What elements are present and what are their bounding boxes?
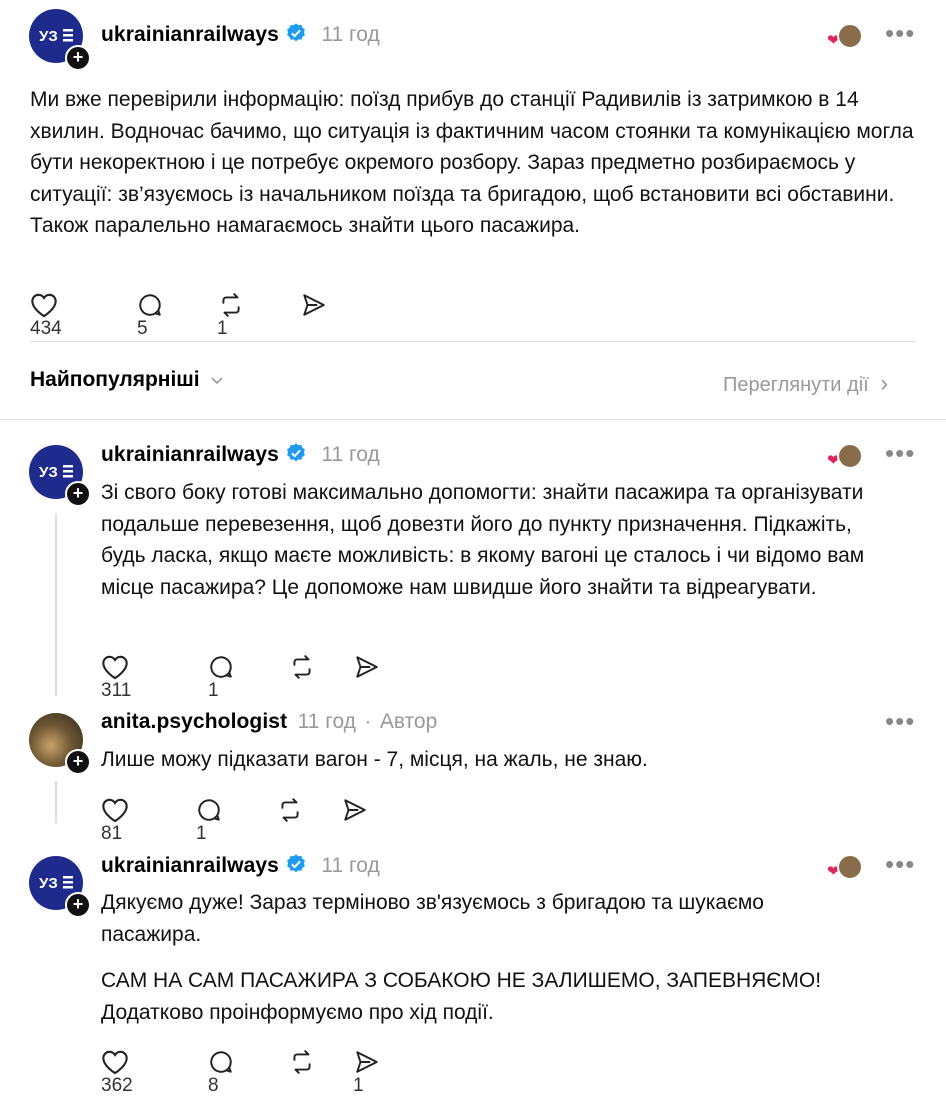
sort-dropdown[interactable]: Найпопулярніші — [30, 368, 225, 392]
post-header: ukrainianrailways 11 год — [101, 22, 380, 47]
repost-icon — [293, 1050, 311, 1074]
liked-by-author-icon: ❤ — [827, 443, 863, 469]
follow-plus-icon[interactable]: + — [65, 45, 91, 71]
comment-icon — [210, 656, 232, 678]
heart-icon — [31, 293, 57, 318]
avatar-ukrainianrailways[interactable]: УЗ + — [29, 856, 91, 918]
reply-text: Зі свого боку готові максимально допомог… — [101, 481, 865, 599]
verified-badge-icon — [287, 443, 305, 462]
send-icon — [356, 656, 378, 678]
author-tag: Автор — [379, 710, 438, 733]
comment-icon — [139, 294, 161, 316]
reply-header: anita.psychologist 11 год · Автор — [101, 710, 437, 734]
view-activity-link[interactable]: Переглянути дії › — [723, 370, 888, 398]
liked-by-author-icon: ❤ — [827, 854, 863, 880]
avatar-ukrainianrailways[interactable]: УЗ + — [29, 9, 91, 71]
verified-badge-icon — [287, 23, 305, 42]
repost-button[interactable] — [288, 1049, 316, 1075]
more-options-icon[interactable]: ••• — [885, 18, 915, 49]
send-icon — [303, 294, 325, 316]
repost-icon — [281, 798, 299, 822]
comment-button[interactable]: 5 — [137, 292, 163, 340]
verified-badge-icon — [287, 854, 305, 873]
repost-button[interactable] — [276, 797, 304, 823]
send-icon — [344, 799, 366, 821]
avatar-ukrainianrailways[interactable]: УЗ + — [29, 445, 91, 507]
comment-icon — [198, 799, 220, 821]
svg-text:УЗ: УЗ — [39, 875, 58, 892]
reply-time: 11 год — [321, 854, 380, 877]
follow-plus-icon[interactable]: + — [65, 481, 91, 507]
share-count: 1 — [353, 1075, 364, 1096]
like-button[interactable]: 434 — [30, 292, 62, 340]
section-divider — [0, 419, 946, 420]
heart-icon — [102, 1050, 128, 1075]
reply-text-1: Дякуємо дуже! Зараз терміново зв'язуємос… — [101, 891, 764, 946]
svg-text:УЗ: УЗ — [39, 28, 58, 45]
comment-count: 1 — [196, 823, 207, 844]
reply-text-2: САМ НА САМ ПАСАЖИРА З СОБАКОЮ НЕ ЗАЛИШЕМ… — [101, 969, 822, 1024]
thread-line — [55, 514, 57, 696]
send-icon — [356, 1051, 378, 1073]
reply-header: ukrainianrailways 11 год — [101, 853, 380, 878]
comment-count: 5 — [137, 318, 148, 339]
avatar-anita-psychologist[interactable]: + — [29, 713, 91, 775]
uz-logo-icon: УЗ — [39, 875, 73, 892]
comment-count: 8 — [208, 1075, 219, 1096]
sort-label: Найпопулярніші — [30, 368, 200, 391]
reply-header: ukrainianrailways 11 год — [101, 442, 380, 467]
reply-time: 11 год — [297, 710, 356, 733]
more-options-icon[interactable]: ••• — [885, 849, 915, 880]
chevron-down-icon — [211, 377, 224, 385]
username[interactable]: ukrainianrailways — [101, 443, 279, 466]
repost-icon — [222, 293, 240, 317]
chevron-right-icon: › — [880, 370, 889, 397]
separator: · — [364, 710, 372, 733]
username[interactable]: ukrainianrailways — [101, 23, 279, 46]
view-activity-label: Переглянути дії — [723, 374, 869, 396]
thread-line — [55, 781, 57, 823]
post-time: 11 год — [321, 23, 380, 46]
follow-plus-icon[interactable]: + — [65, 892, 91, 918]
like-count: 362 — [101, 1075, 133, 1096]
reply-time: 11 год — [321, 443, 380, 466]
more-options-icon[interactable]: ••• — [885, 706, 915, 737]
heart-icon — [102, 655, 128, 680]
comment-count: 1 — [208, 680, 219, 701]
like-button[interactable]: 311 — [101, 654, 131, 702]
comment-button[interactable]: 1 — [196, 797, 222, 845]
more-options-icon[interactable]: ••• — [885, 438, 915, 469]
share-button[interactable] — [353, 654, 381, 680]
repost-icon — [293, 655, 311, 679]
like-count: 81 — [101, 823, 123, 844]
heart-icon — [102, 798, 128, 823]
username[interactable]: ukrainianrailways — [101, 854, 279, 877]
repost-count: 1 — [217, 318, 228, 339]
follow-plus-icon[interactable]: + — [65, 749, 91, 775]
svg-text:УЗ: УЗ — [39, 464, 58, 481]
like-count: 311 — [101, 680, 132, 701]
liked-by-author-icon: ❤ — [827, 23, 863, 49]
reply-text: Лише можу підказати вагон - 7, місця, на… — [101, 748, 648, 771]
repost-button[interactable]: 1 — [217, 292, 245, 340]
repost-button[interactable] — [288, 654, 316, 680]
share-button[interactable]: 1 — [353, 1049, 381, 1097]
uz-logo-icon: УЗ — [39, 464, 73, 481]
comment-icon — [210, 1051, 232, 1073]
share-button[interactable] — [300, 292, 328, 318]
like-count: 434 — [30, 318, 62, 339]
comment-button[interactable]: 8 — [208, 1049, 234, 1097]
share-button[interactable] — [341, 797, 369, 823]
post-text: Ми вже перевірили інформацію: поїзд приб… — [30, 88, 914, 237]
uz-logo-icon: УЗ — [39, 28, 73, 45]
username[interactable]: anita.psychologist — [101, 710, 287, 733]
like-button[interactable]: 81 — [101, 797, 129, 845]
comment-button[interactable]: 1 — [208, 654, 234, 702]
like-button[interactable]: 362 — [101, 1049, 133, 1097]
divider — [30, 341, 916, 342]
